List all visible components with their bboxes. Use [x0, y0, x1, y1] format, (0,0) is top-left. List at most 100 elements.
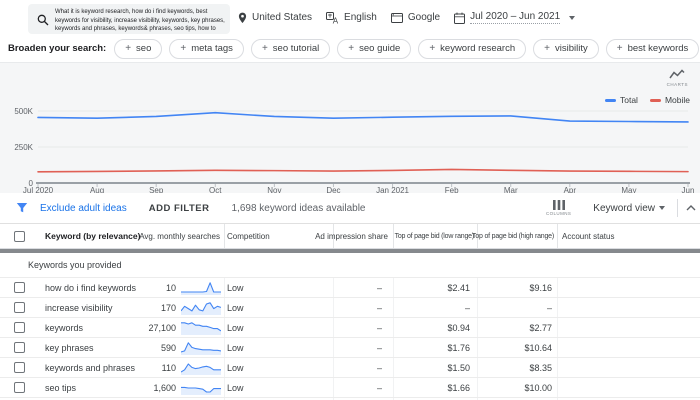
broaden-label: Broaden your search: [8, 43, 107, 54]
competition-cell: Low [227, 322, 244, 333]
legend-label: Total [619, 95, 638, 105]
broaden-search-row: Broaden your search: + seo + meta tags + seo … [0, 35, 700, 62]
columns-button[interactable]: COLUMNS [546, 200, 571, 216]
search-query-text: What it is keyword research, how do i fi… [55, 9, 225, 32]
keyword-view-selector[interactable]: Keyword view [593, 203, 665, 214]
legend-item-total[interactable]: Total [604, 95, 638, 105]
column-divider [557, 278, 558, 297]
table-row: increase visibility 170 Low – – – [0, 298, 700, 318]
searches-sparkline [181, 280, 221, 295]
ad-impression-share-cell: – [376, 322, 382, 333]
broaden-chip-best-keywords[interactable]: + best keywords [605, 38, 700, 59]
network-setting[interactable]: Google [390, 12, 440, 24]
top-bid-high-cell: – [546, 302, 552, 313]
competition-cell: Low [227, 282, 244, 293]
columns-icon [552, 200, 565, 210]
top-bid-low-cell: $1.50 [447, 362, 470, 373]
table-row: key phrases 590 Low – $1.76 $10.64 [0, 338, 700, 358]
broaden-chip-seo-tutorial[interactable]: + seo tutorial [250, 38, 331, 59]
table-section-row: Keywords you provided [0, 253, 700, 278]
chip-label: seo tutorial [272, 43, 320, 54]
plus-icon: + [180, 43, 187, 54]
svg-text:500K: 500K [14, 107, 33, 116]
searches-sparkline [181, 340, 221, 355]
keyword-ideas-count: 1,698 keyword ideas available [231, 202, 366, 214]
legend-item-mobile[interactable]: Mobile [649, 95, 690, 105]
row-checkbox[interactable] [14, 322, 25, 333]
broaden-chip-seo-guide[interactable]: + seo guide [337, 38, 412, 59]
broaden-chip-visibility[interactable]: + visibility [533, 38, 599, 59]
exclude-adult-ideas-link[interactable]: Exclude adult ideas [40, 203, 127, 214]
avg-searches-cell: 170 [160, 302, 176, 313]
column-header-competition[interactable]: Competition [227, 224, 270, 248]
topbar: What it is keyword research, how do i fi… [0, 0, 700, 35]
charts-toggle-button[interactable]: CHARTS [667, 69, 688, 87]
chevron-down-icon [569, 15, 576, 20]
date-range-picker[interactable]: Jul 2020 – Jun 2021 [454, 11, 576, 24]
column-divider [224, 318, 225, 337]
searches-sparkline [181, 320, 221, 335]
ad-impression-share-cell: – [376, 342, 382, 353]
competition-cell: Low [227, 362, 244, 373]
plus-icon: + [125, 43, 132, 54]
column-header-avg-monthly-searches[interactable]: Avg. monthly searches [100, 224, 220, 248]
row-checkbox[interactable] [14, 282, 25, 293]
competition-cell: Low [227, 382, 244, 393]
translate-icon: A [326, 11, 339, 24]
table-row: seo tips 1,600 Low – $1.66 $10.00 [0, 378, 700, 398]
location-pin-icon [238, 12, 247, 23]
ad-impression-share-cell: – [376, 382, 382, 393]
table-row: keywords 27,100 Low – $0.94 $2.77 [0, 318, 700, 338]
date-range-label: Jul 2020 – Jun 2021 [470, 11, 561, 24]
column-divider [557, 224, 558, 248]
top-bid-high-cell: $9.16 [529, 282, 552, 293]
chevron-up-icon [686, 205, 696, 211]
row-checkbox[interactable] [14, 362, 25, 373]
broaden-chip-keyword-research[interactable]: + keyword research [418, 38, 527, 59]
language-setting[interactable]: A English [326, 11, 377, 24]
column-divider [557, 378, 558, 397]
collapse-panel-button[interactable] [686, 205, 696, 211]
trend-chart-section: Jul 2020 Aug Sep Oct Nov Dec Jan 2021 Feb Mar Apr… [0, 62, 700, 195]
select-all-checkbox[interactable] [14, 231, 25, 242]
avg-searches-cell: 10 [165, 282, 176, 293]
chart-legend: Total Mobile [604, 95, 690, 105]
broaden-chip-meta-tags[interactable]: + meta tags [169, 38, 244, 59]
chip-label: visibility [554, 43, 588, 54]
broaden-chips: + seo + meta tags + seo tutorial + seo guide + ke… [114, 38, 700, 59]
location-setting[interactable]: United States [238, 12, 312, 24]
column-divider [557, 358, 558, 377]
column-header-top-bid-high[interactable]: Top of page bid (high range) [470, 224, 554, 248]
add-filter-button[interactable]: ADD FILTER [149, 203, 210, 214]
row-checkbox[interactable] [14, 342, 25, 353]
legend-swatch [604, 98, 616, 102]
searches-sparkline [181, 300, 221, 315]
competition-cell: Low [227, 302, 244, 313]
legend-label: Mobile [664, 95, 690, 105]
broaden-chip-seo[interactable]: + seo [114, 38, 163, 59]
table-body: how do i find keywords 10 Low – $2.41 $9.16 in… [0, 278, 700, 400]
avg-searches-cell: 27,100 [148, 322, 176, 333]
competition-cell: Low [227, 342, 244, 353]
keyword-planner-app: What it is keyword research, how do i fi… [0, 0, 700, 400]
language-label: English [344, 12, 377, 23]
table-row: keywords and phrases 110 Low – $1.50 $8.35 [0, 358, 700, 378]
top-bid-low-cell: $1.66 [447, 382, 470, 393]
chip-label: keyword research [440, 43, 516, 54]
top-bid-high-cell: $10.64 [524, 342, 552, 353]
keyword-cell: key phrases [45, 342, 94, 353]
column-header-account-status[interactable]: Account status [562, 224, 614, 248]
column-header-ad-impression-share[interactable]: Ad impression share [296, 224, 388, 248]
column-header-top-bid-low[interactable]: Top of page bid (low range) [388, 224, 475, 248]
column-divider [224, 338, 225, 357]
row-checkbox[interactable] [14, 382, 25, 393]
top-bid-high-cell: $10.00 [524, 382, 552, 393]
svg-text:0: 0 [29, 179, 34, 188]
row-checkbox[interactable] [14, 302, 25, 313]
column-divider [557, 318, 558, 337]
chevron-down-icon [659, 206, 665, 210]
keywords-search-box[interactable]: What it is keyword research, how do i fi… [28, 4, 230, 34]
svg-text:250K: 250K [14, 143, 33, 152]
charts-button-label: CHARTS [666, 82, 688, 87]
filter-funnel-icon[interactable] [16, 202, 28, 214]
